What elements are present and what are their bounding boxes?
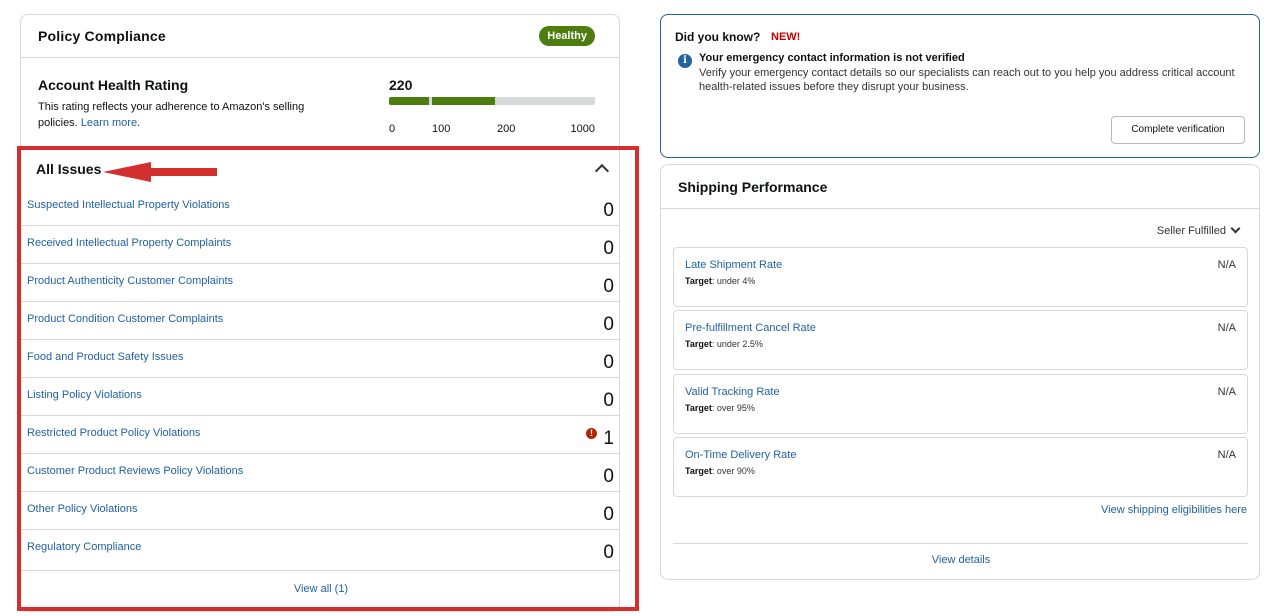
target-label: Target bbox=[685, 339, 712, 349]
issue-count: 0 bbox=[603, 466, 614, 487]
list-item[interactable]: Received Intellectual Property Complaint… bbox=[21, 226, 619, 264]
issue-label[interactable]: Restricted Product Policy Violations bbox=[27, 427, 200, 439]
learn-more-link[interactable]: Learn more bbox=[81, 117, 137, 129]
issue-count: 0 bbox=[603, 238, 614, 259]
alert-body: Verify your emergency contact details so… bbox=[699, 67, 1235, 93]
issue-count: 0 bbox=[603, 504, 614, 525]
metric-value: N/A bbox=[1217, 259, 1236, 271]
target-label: Target bbox=[685, 276, 712, 286]
list-item[interactable]: Product Condition Customer Complaints 0 bbox=[21, 302, 619, 340]
list-item[interactable]: Listing Policy Violations 0 bbox=[21, 378, 619, 416]
issue-count: 0 bbox=[603, 352, 614, 373]
issue-label[interactable]: Other Policy Violations bbox=[27, 503, 137, 515]
issue-label[interactable]: Suspected Intellectual Property Violatio… bbox=[27, 199, 230, 211]
new-badge: NEW! bbox=[771, 31, 801, 43]
list-item[interactable]: Food and Product Safety Issues 0 bbox=[21, 340, 619, 378]
view-details-link[interactable]: View details bbox=[661, 554, 1261, 566]
target-label: Target bbox=[685, 466, 712, 476]
health-score-bar: 0 100 200 1000 bbox=[389, 97, 595, 135]
metric-card: Late Shipment Rate Target: under 4% N/A bbox=[673, 247, 1248, 307]
health-bar-segment-1 bbox=[389, 97, 429, 105]
health-bar-segment-2 bbox=[432, 97, 495, 105]
issue-label[interactable]: Product Condition Customer Complaints bbox=[27, 313, 223, 325]
metric-value: N/A bbox=[1217, 322, 1236, 334]
metric-card: Valid Tracking Rate Target: over 95% N/A bbox=[673, 374, 1248, 434]
metric-name[interactable]: Valid Tracking Rate bbox=[685, 386, 780, 398]
issue-count: 0 bbox=[603, 542, 614, 563]
issue-count: 0 bbox=[603, 390, 614, 411]
account-health-title: Account Health Rating bbox=[38, 77, 189, 93]
target-value: : under 2.5% bbox=[711, 339, 763, 349]
account-health-description: This rating reflects your adherence to A… bbox=[38, 99, 338, 131]
account-health-description-text: This rating reflects your adherence to A… bbox=[38, 101, 305, 129]
issue-count: 0 bbox=[603, 276, 614, 297]
metric-name[interactable]: Late Shipment Rate bbox=[685, 259, 782, 271]
issues-list: Suspected Intellectual Property Violatio… bbox=[21, 188, 619, 570]
list-item[interactable]: Other Policy Violations 0 bbox=[21, 492, 619, 530]
list-item[interactable]: Suspected Intellectual Property Violatio… bbox=[21, 188, 619, 226]
target-label: Target bbox=[685, 403, 712, 413]
health-score: 220 bbox=[389, 77, 413, 93]
metric-value: N/A bbox=[1217, 449, 1236, 461]
alert-heading: Your emergency contact information is no… bbox=[699, 52, 965, 64]
shipping-performance-title: Shipping Performance bbox=[678, 179, 828, 195]
metric-target: Target: over 90% bbox=[685, 466, 755, 476]
list-item[interactable]: Restricted Product Policy Violations ! 1 bbox=[21, 416, 619, 454]
shipping-performance-card: Shipping Performance Seller Fulfilled La… bbox=[660, 164, 1260, 580]
metric-name[interactable]: Pre-fulfillment Cancel Rate bbox=[685, 322, 816, 334]
view-all-link[interactable]: View all (1) bbox=[21, 570, 619, 611]
target-value: : under 4% bbox=[711, 276, 756, 286]
period-text: . bbox=[137, 117, 141, 129]
metric-name[interactable]: On-Time Delivery Rate bbox=[685, 449, 796, 461]
issue-label[interactable]: Listing Policy Violations bbox=[27, 389, 142, 401]
list-item[interactable]: Regulatory Compliance 0 bbox=[21, 530, 619, 570]
chevron-up-icon[interactable] bbox=[594, 163, 610, 179]
policy-compliance-header: Policy Compliance Healthy bbox=[21, 15, 619, 58]
metric-target: Target: under 2.5% bbox=[685, 339, 763, 349]
issue-label[interactable]: Received Intellectual Property Complaint… bbox=[27, 237, 231, 249]
account-health-rating: Account Health Rating This rating reflec… bbox=[38, 77, 598, 147]
status-badge: Healthy bbox=[539, 26, 595, 46]
issue-count: 1 bbox=[603, 428, 614, 449]
shipping-eligibilities-link[interactable]: View shipping eligibilities here bbox=[1101, 504, 1247, 516]
list-item[interactable]: Customer Product Reviews Policy Violatio… bbox=[21, 454, 619, 492]
did-you-know-title: Did you know? bbox=[675, 30, 761, 44]
info-icon: i bbox=[678, 54, 692, 68]
chevron-down-icon bbox=[1230, 223, 1241, 234]
list-item[interactable]: Product Authenticity Customer Complaints… bbox=[21, 264, 619, 302]
all-issues-title: All Issues bbox=[36, 161, 102, 177]
issue-count: 0 bbox=[603, 200, 614, 221]
complete-verification-button[interactable]: Complete verification bbox=[1111, 116, 1245, 144]
shipping-performance-header: Shipping Performance bbox=[661, 165, 1259, 209]
issue-count: 0 bbox=[603, 314, 614, 335]
target-value: : over 90% bbox=[711, 466, 755, 476]
policy-compliance-title: Policy Compliance bbox=[38, 28, 166, 44]
issue-label[interactable]: Product Authenticity Customer Complaints bbox=[27, 275, 233, 287]
fulfillment-filter-dropdown[interactable]: Seller Fulfilled bbox=[1156, 223, 1241, 237]
policy-compliance-card: Policy Compliance Healthy Account Health… bbox=[20, 14, 620, 612]
issue-label[interactable]: Food and Product Safety Issues bbox=[27, 351, 184, 363]
issue-label[interactable]: Customer Product Reviews Policy Violatio… bbox=[27, 465, 243, 477]
metric-value: N/A bbox=[1217, 386, 1236, 398]
did-you-know-card: Did you know? NEW! i Your emergency cont… bbox=[660, 14, 1260, 158]
metric-target: Target: under 4% bbox=[685, 276, 755, 286]
metric-card: Pre-fulfillment Cancel Rate Target: unde… bbox=[673, 310, 1248, 370]
fulfillment-filter-label: Seller Fulfilled bbox=[1156, 225, 1226, 237]
scale-tick: 200 bbox=[497, 123, 516, 135]
arrow-icon bbox=[103, 162, 217, 182]
scale-tick: 1000 bbox=[570, 123, 595, 135]
divider bbox=[673, 543, 1248, 544]
metric-card: On-Time Delivery Rate Target: over 90% N… bbox=[673, 437, 1248, 497]
scale-tick: 100 bbox=[432, 123, 451, 135]
target-value: : over 95% bbox=[711, 403, 755, 413]
alert-icon: ! bbox=[586, 428, 597, 439]
metric-target: Target: over 95% bbox=[685, 403, 755, 413]
issue-label[interactable]: Regulatory Compliance bbox=[27, 541, 141, 553]
scale-tick: 0 bbox=[389, 123, 396, 135]
